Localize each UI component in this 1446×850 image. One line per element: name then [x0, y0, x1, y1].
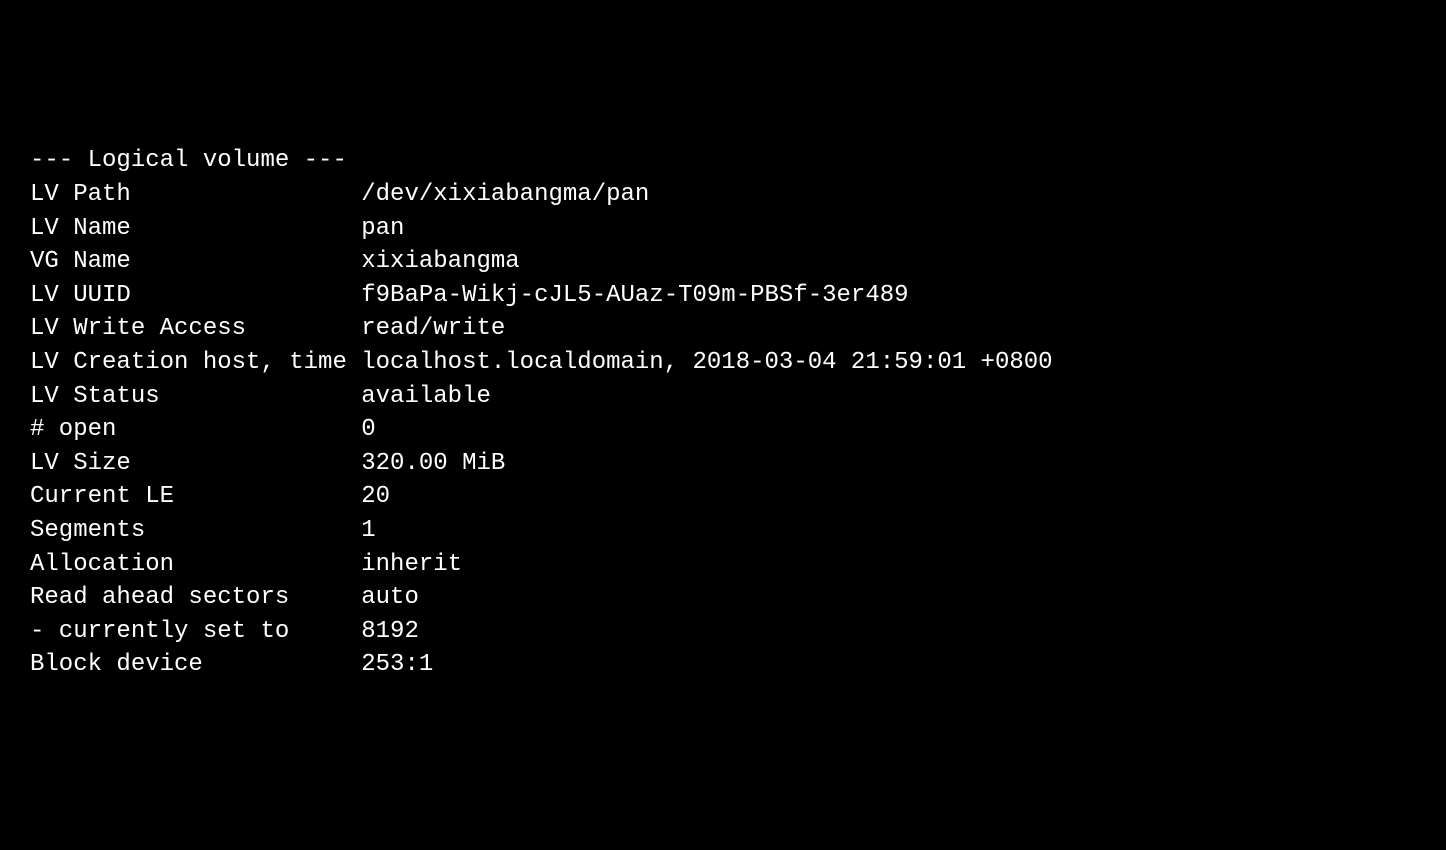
block-device-value: 253:1: [361, 648, 433, 682]
lv-uuid-label: LV UUID: [30, 279, 361, 313]
lv-write-access-value: read/write: [361, 312, 505, 346]
lv-path-label: LV Path: [30, 178, 361, 212]
currently-set-label: - currently set to: [30, 615, 361, 649]
vg-name-row: VG Namexixiabangma: [30, 245, 1446, 279]
lv-name-value: pan: [361, 212, 404, 246]
lv-write-access-label: LV Write Access: [30, 312, 361, 346]
lv-size-value: 320.00 MiB: [361, 447, 505, 481]
block-device-row: Block device253:1: [30, 648, 1446, 682]
currently-set-value: 8192: [361, 615, 419, 649]
read-ahead-label: Read ahead sectors: [30, 581, 361, 615]
lv-path-value: /dev/xixiabangma/pan: [361, 178, 649, 212]
vg-name-label: VG Name: [30, 245, 361, 279]
lv-status-row: LV Statusavailable: [30, 380, 1446, 414]
lv-size-row: LV Size320.00 MiB: [30, 447, 1446, 481]
segments-value: 1: [361, 514, 375, 548]
current-le-row: Current LE20: [30, 480, 1446, 514]
vg-name-value: xixiabangma: [361, 245, 519, 279]
lv-uuid-value: f9BaPa-Wikj-cJL5-AUaz-T09m-PBSf-3er489: [361, 279, 908, 313]
lv-size-label: LV Size: [30, 447, 361, 481]
segments-row: Segments1: [30, 514, 1446, 548]
section-header: --- Logical volume ---: [30, 144, 1446, 178]
segments-label: Segments: [30, 514, 361, 548]
open-label: # open: [30, 413, 361, 447]
lv-name-row: LV Namepan: [30, 212, 1446, 246]
lv-creation-value: localhost.localdomain, 2018-03-04 21:59:…: [361, 346, 1052, 380]
lv-creation-row: LV Creation host, timelocalhost.localdom…: [30, 346, 1446, 380]
currently-set-row: - currently set to8192: [30, 615, 1446, 649]
allocation-row: Allocationinherit: [30, 548, 1446, 582]
open-row: # open0: [30, 413, 1446, 447]
lv-write-access-row: LV Write Accessread/write: [30, 312, 1446, 346]
lv-status-value: available: [361, 380, 491, 414]
open-value: 0: [361, 413, 375, 447]
lv-path-row: LV Path/dev/xixiabangma/pan: [30, 178, 1446, 212]
lv-status-label: LV Status: [30, 380, 361, 414]
current-le-label: Current LE: [30, 480, 361, 514]
current-le-value: 20: [361, 480, 390, 514]
read-ahead-row: Read ahead sectorsauto: [30, 581, 1446, 615]
block-device-label: Block device: [30, 648, 361, 682]
lv-name-label: LV Name: [30, 212, 361, 246]
read-ahead-value: auto: [361, 581, 419, 615]
allocation-label: Allocation: [30, 548, 361, 582]
terminal-output: --- Logical volume ---LV Path/dev/xixiab…: [30, 144, 1446, 682]
allocation-value: inherit: [361, 548, 462, 582]
lv-uuid-row: LV UUIDf9BaPa-Wikj-cJL5-AUaz-T09m-PBSf-3…: [30, 279, 1446, 313]
lv-creation-label: LV Creation host, time: [30, 346, 361, 380]
